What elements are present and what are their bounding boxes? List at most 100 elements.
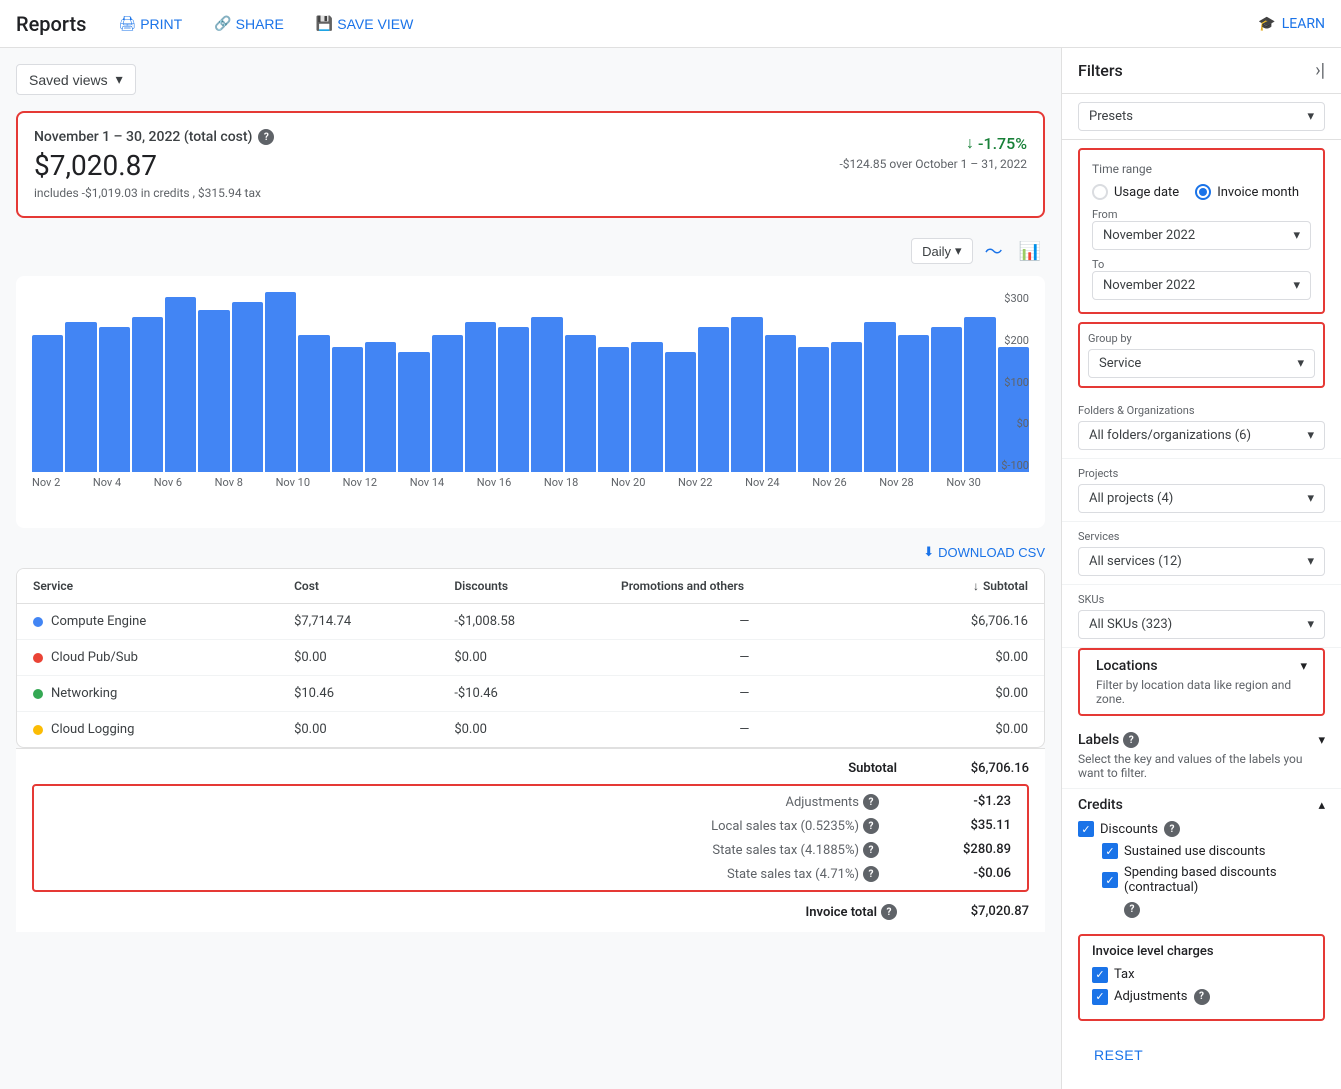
chart-bar[interactable] bbox=[198, 310, 229, 473]
group-by-dropdown[interactable]: Service ▾ bbox=[1088, 349, 1315, 378]
invoice-month-option[interactable]: Invoice month bbox=[1195, 184, 1299, 200]
service-dot bbox=[33, 653, 43, 663]
discounts-cell: $0.00 bbox=[438, 712, 605, 748]
invoice-total-label: Invoice total ? bbox=[806, 904, 897, 920]
print-button[interactable]: 🖨 PRINT bbox=[110, 11, 190, 36]
state-tax2-help-icon[interactable]: ? bbox=[863, 866, 879, 882]
chevron-down-icon: ▾ bbox=[1293, 228, 1300, 243]
usage-date-radio[interactable] bbox=[1092, 184, 1108, 200]
spending-based-help-icon[interactable]: ? bbox=[1124, 902, 1140, 918]
learn-button[interactable]: 🎓 LEARN bbox=[1258, 16, 1325, 32]
chart-bar[interactable] bbox=[365, 342, 396, 472]
from-dropdown[interactable]: November 2022 ▾ bbox=[1092, 221, 1311, 250]
service-cell: Cloud Logging bbox=[17, 712, 278, 748]
summary-help-icon[interactable]: ? bbox=[258, 129, 274, 145]
sustained-use-checkbox[interactable] bbox=[1102, 843, 1118, 859]
chart-x-labels: Nov 2Nov 4Nov 6Nov 8Nov 10Nov 12Nov 14No… bbox=[32, 476, 1029, 489]
chart-bar[interactable] bbox=[165, 297, 196, 472]
invoice-month-radio[interactable] bbox=[1195, 184, 1211, 200]
data-table: Service Cost Discounts Promotions and ot… bbox=[16, 568, 1045, 748]
adjustments-help-icon[interactable]: ? bbox=[863, 794, 879, 810]
tax-checkbox[interactable] bbox=[1092, 967, 1108, 983]
discounts-help-icon[interactable]: ? bbox=[1164, 821, 1180, 837]
chart-bar[interactable] bbox=[931, 327, 962, 472]
bar-chart-button[interactable]: 📊 bbox=[1015, 237, 1045, 266]
chart-bar[interactable] bbox=[432, 335, 463, 472]
daily-view-button[interactable]: Daily ▾ bbox=[911, 238, 972, 264]
chart-bar[interactable] bbox=[731, 317, 762, 472]
chart-bar[interactable] bbox=[765, 335, 796, 472]
labels-header[interactable]: Labels ? ▾ bbox=[1078, 732, 1325, 748]
sidebar-collapse-button[interactable]: ›| bbox=[1315, 60, 1325, 81]
saved-views-dropdown[interactable]: Saved views ▾ bbox=[16, 64, 136, 95]
chart-bar[interactable] bbox=[964, 317, 995, 472]
discounts-checkbox[interactable] bbox=[1078, 821, 1094, 837]
chart-bar[interactable] bbox=[332, 347, 363, 472]
adjustments-value: -$1.23 bbox=[911, 794, 1011, 810]
adjustments-checkbox[interactable] bbox=[1092, 989, 1108, 1005]
download-csv-button[interactable]: ⬇ DOWNLOAD CSV bbox=[923, 544, 1045, 560]
labels-help-icon[interactable]: ? bbox=[1123, 732, 1139, 748]
chart-bar[interactable] bbox=[598, 347, 629, 472]
service-dot bbox=[33, 725, 43, 735]
chart-bar[interactable] bbox=[465, 322, 496, 472]
usage-date-option[interactable]: Usage date bbox=[1092, 184, 1179, 200]
projects-dropdown[interactable]: All projects (4) ▾ bbox=[1078, 484, 1325, 513]
adjustments-checkbox-row: Adjustments ? bbox=[1092, 989, 1311, 1005]
locations-header[interactable]: Locations ▾ bbox=[1096, 658, 1307, 674]
chart-bar[interactable] bbox=[232, 302, 263, 472]
folders-dropdown[interactable]: All folders/organizations (6) ▾ bbox=[1078, 421, 1325, 450]
chart-bar[interactable] bbox=[32, 335, 63, 472]
chart-bar[interactable] bbox=[631, 342, 662, 472]
x-axis-label: Nov 24 bbox=[745, 476, 779, 489]
skus-dropdown[interactable]: All SKUs (323) ▾ bbox=[1078, 610, 1325, 639]
services-dropdown[interactable]: All services (12) ▾ bbox=[1078, 547, 1325, 576]
x-axis-label: Nov 4 bbox=[93, 476, 121, 489]
to-dropdown[interactable]: November 2022 ▾ bbox=[1092, 271, 1311, 300]
save-icon: 💾 bbox=[316, 15, 333, 32]
labels-description: Select the key and values of the labels … bbox=[1078, 752, 1325, 780]
subtotal-sort-icon: ↓ bbox=[973, 579, 979, 593]
x-axis-label: Nov 22 bbox=[678, 476, 712, 489]
state-tax1-help-icon[interactable]: ? bbox=[863, 842, 879, 858]
chevron-down-icon: ▾ bbox=[1307, 428, 1314, 443]
presets-section: Presets ▾ bbox=[1062, 94, 1341, 140]
print-icon: 🖨 bbox=[118, 15, 136, 32]
chart-bar[interactable] bbox=[898, 335, 929, 472]
cost-cell: $7,714.74 bbox=[278, 604, 438, 640]
time-range-radio-group: Usage date Invoice month bbox=[1092, 184, 1311, 200]
line-chart-button[interactable]: 〜 bbox=[981, 234, 1007, 268]
chart-bar[interactable] bbox=[498, 327, 529, 472]
share-button[interactable]: 🔗 SHARE bbox=[206, 11, 292, 36]
chart-bar[interactable] bbox=[65, 322, 96, 472]
local-tax-help-icon[interactable]: ? bbox=[863, 818, 879, 834]
credits-title: Credits bbox=[1078, 797, 1123, 813]
credits-discounts: Discounts ? Sustained use discounts Spen… bbox=[1078, 821, 1325, 918]
chart-bar[interactable] bbox=[265, 292, 296, 472]
y-axis-label: $100 bbox=[1001, 376, 1029, 389]
chart-bar[interactable] bbox=[798, 347, 829, 472]
save-view-button[interactable]: 💾 SAVE VIEW bbox=[308, 11, 421, 36]
chart-bar[interactable] bbox=[831, 342, 862, 472]
chart-bar[interactable] bbox=[398, 352, 429, 472]
service-dot bbox=[33, 617, 43, 627]
adjustments-invoice-help-icon[interactable]: ? bbox=[1194, 989, 1210, 1005]
chart-bar[interactable] bbox=[565, 335, 596, 472]
presets-dropdown[interactable]: Presets ▾ bbox=[1078, 102, 1325, 131]
chart-bar[interactable] bbox=[864, 322, 895, 472]
invoice-total-help-icon[interactable]: ? bbox=[881, 904, 897, 920]
subtotal-cell: $0.00 bbox=[884, 676, 1044, 712]
chart-bar[interactable] bbox=[298, 335, 329, 472]
x-axis-label: Nov 18 bbox=[544, 476, 578, 489]
chart-bar[interactable] bbox=[698, 327, 729, 472]
x-axis-label: Nov 28 bbox=[879, 476, 913, 489]
chart-bar[interactable] bbox=[99, 327, 130, 472]
reset-button[interactable]: RESET bbox=[1078, 1041, 1159, 1069]
chart-bar[interactable] bbox=[665, 352, 696, 472]
invoice-level-section: Invoice level charges Tax Adjustments ? bbox=[1078, 934, 1325, 1021]
x-axis-label: Nov 30 bbox=[946, 476, 980, 489]
chart-bar[interactable] bbox=[132, 317, 163, 472]
chevron-up-icon: ▴ bbox=[1318, 798, 1325, 813]
chart-bar[interactable] bbox=[531, 317, 562, 472]
spending-based-checkbox[interactable] bbox=[1102, 872, 1118, 888]
